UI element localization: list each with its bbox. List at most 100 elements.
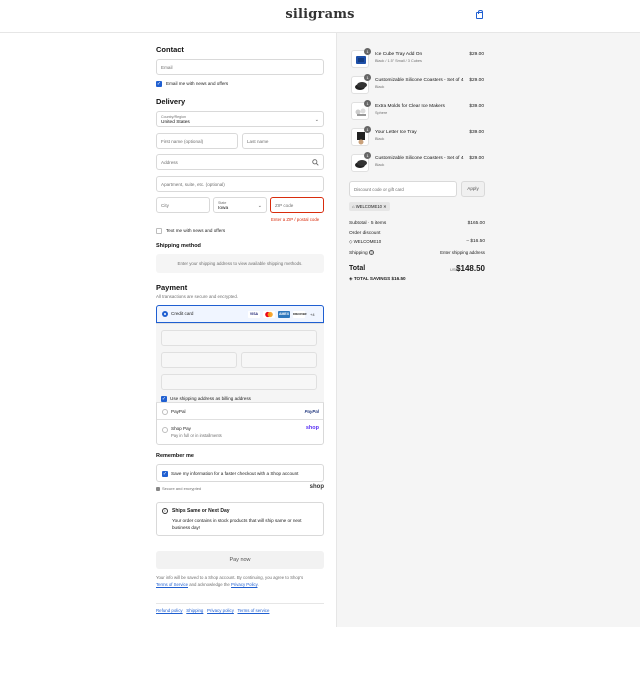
address-field[interactable]: Address xyxy=(156,154,324,170)
payment-heading: Payment xyxy=(156,283,188,292)
discount-code: WELCOME10 xyxy=(353,239,382,244)
terms-of-service-link[interactable]: Terms of service xyxy=(237,608,269,613)
zip-error: Enter a ZIP / postal code xyxy=(271,217,320,222)
zip-placeholder: ZIP code xyxy=(275,203,294,208)
total-label: Total xyxy=(349,265,366,272)
product-price: $39.00 xyxy=(469,130,484,135)
credit-card-radio[interactable] xyxy=(162,311,168,317)
tag-icon: ⌂ xyxy=(352,204,355,209)
product-name: Ice Cube Tray Add On xyxy=(375,52,423,57)
product-variant: Black / 1.5" Small / 3 Cubes xyxy=(375,59,422,63)
apartment-placeholder: Apartment, suite, etc. (optional) xyxy=(161,182,225,187)
delivery-heading: Delivery xyxy=(156,97,186,106)
refund-policy-link[interactable]: Refund policy xyxy=(156,608,183,613)
discount-code-row: ◇ WELCOME10 xyxy=(349,239,381,245)
product-thumbnail: 1 xyxy=(351,48,371,68)
notice-body: Your order contains in stock products th… xyxy=(172,518,302,530)
discover-icon: DISCOVER xyxy=(293,311,307,318)
expiration-field[interactable] xyxy=(161,352,237,368)
city-placeholder: City xyxy=(161,203,169,208)
ships-notice: i Ships Same or Next Day Your order cont… xyxy=(156,502,324,536)
lock-icon xyxy=(156,487,160,491)
quantity-badge: 1 xyxy=(364,100,371,107)
product-thumbnail: 1 xyxy=(351,152,371,172)
credit-card-option[interactable]: Credit card VISA AMEX DISCOVER +4 xyxy=(156,305,324,323)
mastercard-icon xyxy=(263,311,275,318)
last-name-field[interactable]: Last name xyxy=(242,133,324,149)
footer-divider xyxy=(156,603,324,604)
total-savings-row: ◈ TOTAL SAVINGS $16.50 xyxy=(349,276,406,282)
newsletter-checkbox[interactable]: ✓ xyxy=(156,81,162,87)
email-field[interactable]: Email xyxy=(156,59,324,75)
shipping-link[interactable]: Shipping xyxy=(186,608,203,613)
paypal-option[interactable]: PayPal PayPal xyxy=(157,403,323,420)
store-logo[interactable]: siligrams xyxy=(0,7,640,22)
paypal-label: PayPal xyxy=(171,409,186,414)
shipping-method-placeholder: Enter your shipping address to view avai… xyxy=(156,254,324,273)
country-select[interactable]: Country/Region United States ⌄ xyxy=(156,111,324,127)
shop-pay-radio[interactable] xyxy=(162,427,168,433)
privacy-policy-link[interactable]: Privacy policy xyxy=(207,608,234,613)
save-info-checkbox[interactable]: ✓ xyxy=(162,471,168,477)
address-placeholder: Address xyxy=(161,160,178,165)
country-value: United States xyxy=(161,120,190,125)
applied-code: WELCOME10 xyxy=(355,204,382,209)
more-cards-count: +4 xyxy=(310,312,315,317)
contact-heading: Contact xyxy=(156,45,184,54)
quantity-badge: 1 xyxy=(364,152,371,159)
terms-link[interactable]: Terms of Service xyxy=(156,582,188,587)
product-thumbnail: 1 xyxy=(351,126,371,146)
security-code-field[interactable] xyxy=(241,352,317,368)
product-price: $29.00 xyxy=(469,156,484,161)
paypal-radio[interactable] xyxy=(162,409,168,415)
shop-pay-option[interactable]: Shop Pay Pay in full or in installments … xyxy=(157,421,323,445)
city-field[interactable]: City xyxy=(156,197,210,213)
shipping-label: Shipping xyxy=(349,251,368,256)
remove-discount-icon[interactable]: ✕ xyxy=(383,204,387,209)
card-number-field[interactable] xyxy=(161,330,317,346)
payment-subtitle: All transactions are secure and encrypte… xyxy=(156,294,239,299)
tag-icon: ◇ xyxy=(349,239,353,244)
order-summary: 1 Ice Cube Tray Add On Black / 1.5" Smal… xyxy=(349,33,485,293)
legal-text-start: Your info will be saved to a Shop accoun… xyxy=(156,575,304,580)
total-value: $148.50 xyxy=(456,264,485,273)
amex-icon: AMEX xyxy=(278,311,290,318)
product-variant: Sphere xyxy=(375,111,388,115)
zip-field[interactable]: ZIP code xyxy=(270,197,324,213)
discount-code-field[interactable]: Discount code or gift card xyxy=(349,181,457,197)
privacy-link[interactable]: Privacy Policy xyxy=(231,582,257,587)
payment-methods: Credit card VISA AMEX DISCOVER +4 ✓ Use … xyxy=(156,305,324,445)
product-variant: Black xyxy=(375,137,385,141)
apply-button[interactable]: Apply xyxy=(461,181,485,197)
first-name-field[interactable]: First name (optional) xyxy=(156,133,238,149)
shipping-label-row: Shipping ? xyxy=(349,250,375,256)
last-name-placeholder: Last name xyxy=(247,139,269,144)
pay-now-button[interactable]: Pay now xyxy=(156,551,324,569)
legal-text: Your info will be saved to a Shop accoun… xyxy=(156,575,304,587)
quantity-badge: 1 xyxy=(364,126,371,133)
discount-value: – $16.50 xyxy=(466,239,485,244)
top-bar: siligrams xyxy=(0,0,640,33)
product-name: Extra Molds for Clear Ice Makers xyxy=(375,104,445,109)
name-on-card-field[interactable] xyxy=(161,374,317,390)
shop-pay-logo: shop xyxy=(305,425,319,431)
apartment-field[interactable]: Apartment, suite, etc. (optional) xyxy=(156,176,324,192)
product-variant: Black xyxy=(375,163,385,167)
shipping-method-heading: Shipping method xyxy=(156,243,201,249)
savings-label: TOTAL SAVINGS xyxy=(353,276,391,281)
product-thumbnail: 1 xyxy=(351,74,371,94)
text-offers-checkbox[interactable] xyxy=(156,228,162,234)
state-select[interactable]: State Iowa ⌄ xyxy=(213,197,267,213)
card-form: ✓ Use shipping address as billing addres… xyxy=(156,323,324,403)
billing-same-checkbox[interactable]: ✓ xyxy=(161,396,167,402)
newsletter-label: Email me with news and offers xyxy=(166,81,229,86)
remember-me-box: ✓ Save my information for a faster check… xyxy=(156,464,324,482)
shopping-bag-icon[interactable] xyxy=(476,10,483,19)
shipping-value: Enter shipping address xyxy=(440,250,485,255)
legal-text-and: and acknowledge the xyxy=(189,582,230,587)
subtotal-label: Subtotal · 5 items xyxy=(349,221,387,226)
secure-label: Secure and encrypted xyxy=(162,486,202,491)
shop-pay-sublabel: Pay in full or in installments xyxy=(171,433,222,438)
help-icon[interactable]: ? xyxy=(369,250,375,255)
product-name: Your Letter Ice Tray xyxy=(375,130,417,135)
